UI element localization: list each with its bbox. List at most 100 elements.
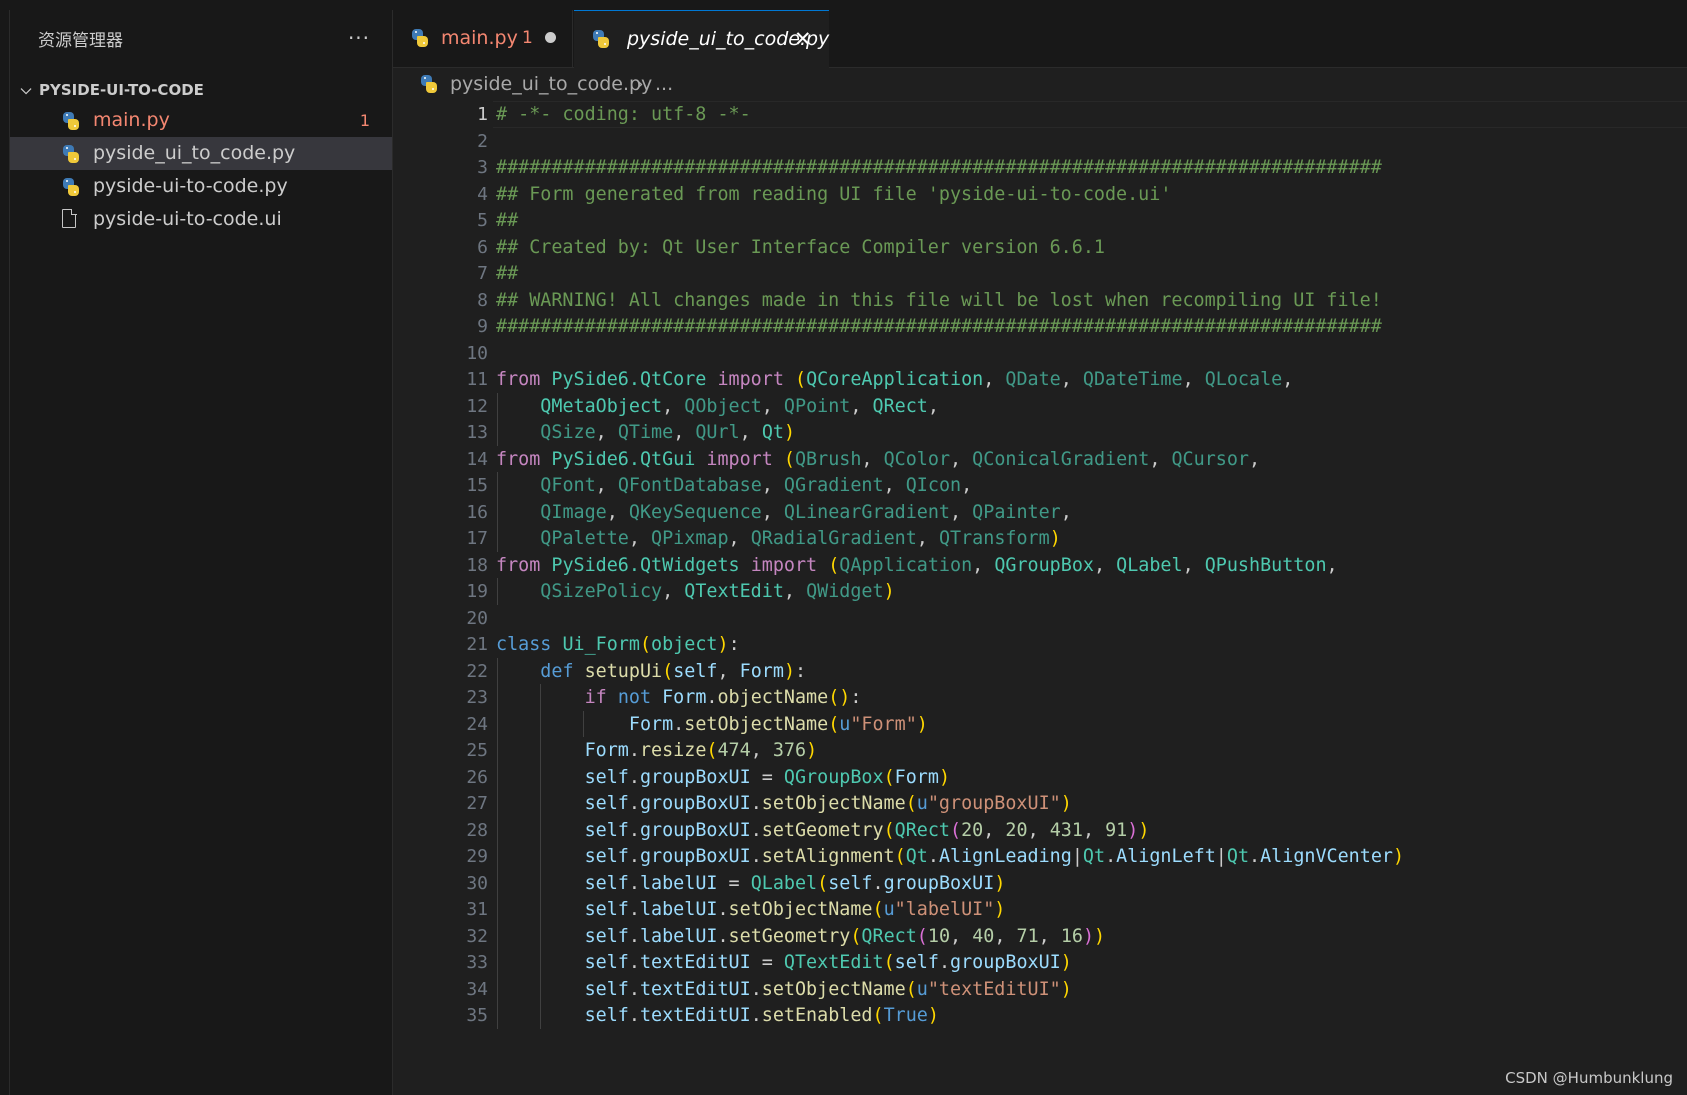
unsaved-dot-icon[interactable] [545,32,556,43]
line-number: 18 [466,554,488,576]
code-token: textEditUI [639,978,751,1000]
code-token: import [750,554,818,576]
code-token: , [761,475,784,496]
code-token: "Form" [850,713,917,735]
tab-pyside-ui-to-code-py[interactable]: pyside_ui_to_code.py ✕ [574,10,829,68]
code-token: QLinearGradient [783,501,951,523]
code-token: , [950,925,973,947]
code-token: QPainter [972,501,1061,523]
workspace-folder[interactable]: ⌵ PYSIDE-UI-TO-CODE [10,74,392,106]
code-token: | [1215,846,1227,867]
code-token: PySide6.QtWidgets [551,554,740,576]
code-token: self [584,846,629,867]
code-token: class [496,634,552,655]
code-token: import [717,369,784,390]
code-token: , [883,475,906,496]
close-icon[interactable]: ✕ [794,11,812,67]
code-token: , [1060,369,1083,390]
line-number: 23 [466,687,488,708]
code-token: Qt [1226,846,1250,867]
file-item-main-py[interactable]: main.py 1 [10,104,392,137]
code-token: ) [1049,528,1061,549]
code-token: . [1249,846,1261,867]
code-token: ( [883,766,895,788]
line-number: 8 [477,289,488,311]
file-item-pyside-ui-to-code-ui[interactable]: pyside-ui-to-code.ui [10,203,392,236]
code-token: ## Created by: Qt User Interface Compile… [496,236,1105,258]
tab-main-py[interactable]: main.py 1 [393,10,573,67]
file-item-pyside-ui-to-code-py[interactable]: pyside_ui_to_code.py [10,137,392,170]
indent-guide [497,392,498,419]
code-token: , [983,369,1006,390]
python-file-icon [418,74,440,94]
code-token: = [750,952,784,973]
file-item-pyside-ui-to-code-dash-py[interactable]: pyside-ui-to-code.py [10,170,392,203]
code-token: 376 [772,740,807,761]
code-token: labelUI [639,925,718,947]
code-token: . [628,766,640,788]
code-token: u [839,713,851,735]
code-token: , [595,475,618,496]
code-token: 40 [972,925,995,947]
breadcrumb-symbols[interactable]: ... [655,68,673,100]
code-line: self.textEditUI.setEnabled(True) [496,1002,939,1031]
code-token: textEditUI [639,952,751,973]
tab-problem-count: 1 [522,28,533,48]
code-token: self [584,819,629,841]
code-token: QGroupBox [994,554,1094,576]
activity-bar-edge [0,10,10,1095]
code-token: groupBoxUI [950,952,1061,973]
code-token: Form [894,766,939,788]
line-number: 27 [466,793,488,814]
code-line: class Ui_Form(object): [496,631,740,660]
code-token: . [872,872,884,894]
code-line: QPalette, QPixmap, QRadialGradient, QTra… [496,525,1061,554]
more-actions-button[interactable]: ··· [344,26,374,56]
code-token: . [628,1005,640,1026]
code-line: self.labelUI.setObjectName(u"labelUI") [496,896,1006,925]
line-number: 2 [477,130,488,152]
code-token: , [961,475,973,496]
indent-guide [497,896,498,923]
python-file-icon [60,111,82,131]
code-token: QTextEdit [684,581,784,602]
line-number: 12 [466,395,488,417]
code-token: 20 [1005,819,1028,841]
code-token: ) [1392,846,1405,867]
file-name: pyside-ui-to-code.ui [93,208,282,230]
workspace-folder-name: PYSIDE-UI-TO-CODE [39,81,204,99]
code-token: Form [584,740,629,761]
code-token: ( [950,819,962,841]
line-number: 7 [477,263,488,284]
code-token: True [883,1005,928,1026]
code-token: Qt [1082,846,1106,867]
code-token: ) [1138,819,1150,841]
code-token: . [717,925,729,947]
code-token: ( [662,660,674,682]
breadcrumb-file[interactable]: pyside_ui_to_code.py [450,68,652,100]
code-token: QBrush [794,448,862,470]
code-token: , [739,422,762,443]
code-editor[interactable]: 1 2 3 4 5 6 7 8 9 10 11 12 13 14 15 16 17 18 19 20 21 22 23 24 2… [393,100,1687,1095]
code-token: , [1249,448,1261,470]
code-token: labelUI [639,872,718,894]
code-token: from [496,448,541,470]
code-token: ( [639,634,652,655]
code-line: self.textEditUI.setObjectName(u"textEdit… [496,976,1072,1005]
code-token: PySide6.QtGui [551,448,696,470]
code-token: QCoreApplication [806,369,984,390]
code-token: , [861,448,884,470]
code-token: QIcon [905,475,962,496]
code-line: ## Form generated from reading UI file '… [496,181,1171,210]
indent-guide [539,975,541,1002]
code-token: groupBoxUI [639,766,751,788]
code-token: QTime [617,422,674,443]
code-token: 20 [961,819,984,841]
code-token: ) [883,581,895,602]
code-token: ## WARNING! All changes made in this fil… [496,289,1382,311]
